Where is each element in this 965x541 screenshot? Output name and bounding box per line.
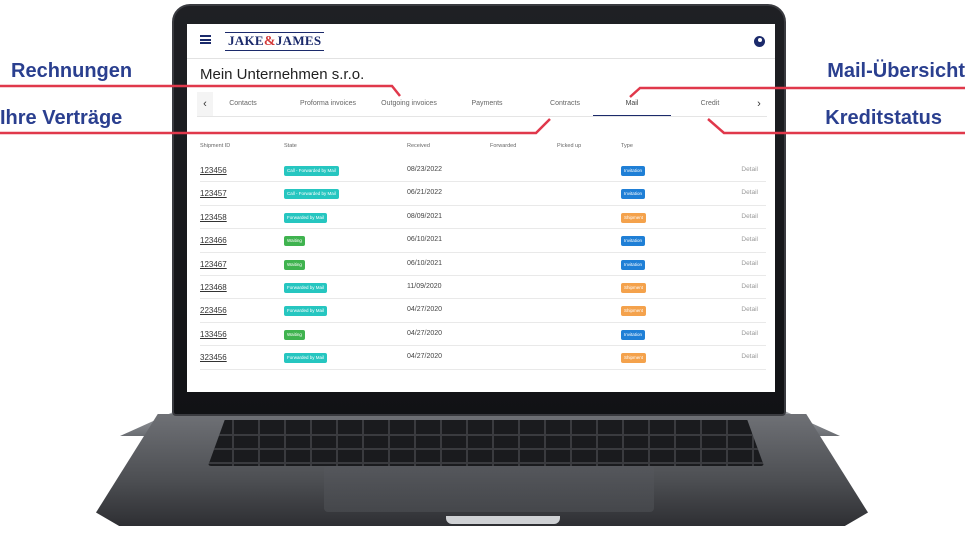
table-row: 123467 Waiting 06/10/2021 Invitation Detail (200, 253, 766, 276)
state-badge: Forwarded by Mail (284, 282, 328, 293)
received-date: 08/09/2021 (407, 212, 443, 220)
state-badge: Waiting (284, 259, 305, 270)
detail-link[interactable]: Detail (741, 166, 758, 173)
received-date: 04/27/2020 (407, 306, 443, 314)
company-logo[interactable]: JAKE&JAMES (225, 32, 325, 51)
detail-link[interactable]: Detail (741, 306, 758, 313)
laptop-trackpad (324, 466, 654, 512)
app-bar-divider (187, 58, 775, 59)
detail-link[interactable]: Detail (741, 189, 758, 196)
shipment-table-body: 123456 Call - Forwarded by Mail 08/23/2022… (200, 159, 766, 370)
table-row: 123456 Call - Forwarded by Mail 08/23/2022… (200, 159, 766, 183)
table-row: 223456 Forwarded by Mail 04/27/2020 Shipmen… (200, 299, 766, 323)
table-row: 133456 Waiting 04/27/2020 Invitation Detail (200, 323, 766, 347)
callout-rechnungen: Rechnungen (11, 60, 133, 82)
shipment-id-link[interactable]: 123458 (200, 213, 227, 222)
header-state: State (284, 143, 297, 149)
tab-outgoing-invoices[interactable]: Outgoing invoices (361, 92, 457, 116)
tab-payments[interactable]: Payments (447, 92, 527, 116)
table-row: 123458 Forwarded by Mail 08/09/2021 Shipmen… (200, 206, 766, 230)
shipment-id-link[interactable]: 133456 (200, 330, 227, 339)
shipment-id-link[interactable]: 123457 (200, 189, 227, 198)
account-icon[interactable] (754, 36, 765, 47)
detail-link[interactable]: Detail (741, 236, 758, 243)
callout-kreditstatus: Kreditstatus (825, 107, 942, 129)
detail-link[interactable]: Detail (741, 283, 758, 290)
detail-link[interactable]: Detail (741, 260, 758, 267)
table-row: 123468 Forwarded by Mail 11/09/2020 Shipmen… (200, 276, 766, 300)
logo-ampersand: & (263, 34, 276, 49)
state-badge: Forwarded by Mail (284, 353, 328, 364)
header-picked-up: Picked up (557, 143, 582, 149)
header-shipment-id: Shipment ID (200, 143, 231, 149)
type-badge: Invitation (621, 259, 646, 270)
received-date: 08/23/2022 (407, 166, 443, 173)
received-date: 11/09/2020 (407, 282, 442, 290)
tab-bar: ‹ Contacts Proforma invoices Outgoing in… (197, 92, 767, 116)
state-badge: Waiting (284, 236, 305, 247)
detail-link[interactable]: Detail (741, 353, 758, 360)
state-badge: Call - Forwarded by Mail (284, 166, 339, 176)
type-badge: Shipment (621, 212, 647, 223)
shipment-id-link[interactable]: 223456 (200, 306, 227, 315)
received-date: 04/27/2020 (407, 329, 443, 337)
tabs-next-button[interactable]: › (751, 92, 767, 116)
state-badge: Waiting (284, 329, 305, 340)
type-badge: Invitation (621, 236, 646, 247)
app-bar: JAKE&JAMES (187, 24, 775, 58)
table-row: 323456 Forwarded by Mail 04/27/2020 Shipmen… (200, 346, 766, 370)
callout-vertraege: Ihre Verträge (0, 107, 123, 129)
type-badge: Shipment (621, 282, 647, 293)
received-date: 06/21/2022 (407, 189, 443, 197)
tabs-underline (197, 116, 767, 117)
state-badge: Forwarded by Mail (284, 212, 328, 223)
received-date: 04/27/2020 (407, 353, 443, 361)
laptop-screen: JAKE&JAMES Mein Unternehmen s.r.o. ‹ Con… (187, 24, 775, 392)
type-badge: Invitation (621, 189, 646, 200)
tab-credit[interactable]: Credit (671, 92, 749, 116)
type-badge: Invitation (621, 166, 646, 176)
tab-proforma-invoices[interactable]: Proforma invoices (283, 92, 373, 116)
type-badge: Shipment (621, 306, 647, 317)
table-row: 123466 Waiting 06/10/2021 Invitation Detail (200, 229, 766, 253)
received-date: 06/10/2021 (407, 259, 443, 267)
type-badge: Invitation (621, 329, 646, 340)
shipment-id-link[interactable]: 123456 (200, 166, 227, 175)
logo-left: JAKE (228, 33, 264, 48)
shipment-id-link[interactable]: 123468 (200, 283, 227, 292)
received-date: 06/10/2021 (407, 236, 443, 244)
tabs-prev-button[interactable]: ‹ (197, 92, 213, 116)
table-row: 123457 Call - Forwarded by Mail 06/21/2022… (200, 182, 766, 206)
page-title: Mein Unternehmen s.r.o. (200, 66, 365, 83)
menu-icon[interactable] (200, 35, 211, 44)
callout-mail-uebersicht: Mail-Übersicht (827, 60, 965, 82)
type-badge: Shipment (621, 353, 647, 364)
laptop-front-notch (446, 516, 560, 524)
logo-right: JAMES (275, 33, 322, 48)
header-type: Type (621, 143, 633, 149)
state-badge: Forwarded by Mail (284, 306, 328, 317)
tab-mail[interactable]: Mail (593, 92, 671, 116)
detail-link[interactable]: Detail (741, 330, 758, 337)
state-badge: Call - Forwarded by Mail (284, 189, 339, 200)
shipment-id-link[interactable]: 123466 (200, 236, 227, 245)
laptop-keyboard (208, 420, 764, 466)
shipment-id-link[interactable]: 123467 (200, 260, 227, 269)
table-header: Shipment ID State Received Forwarded Pic… (200, 143, 766, 155)
tab-contacts[interactable]: Contacts (213, 92, 273, 116)
header-received: Received (407, 143, 430, 149)
header-forwarded: Forwarded (490, 143, 517, 149)
shipment-id-link[interactable]: 323456 (200, 353, 227, 362)
detail-link[interactable]: Detail (741, 213, 758, 220)
